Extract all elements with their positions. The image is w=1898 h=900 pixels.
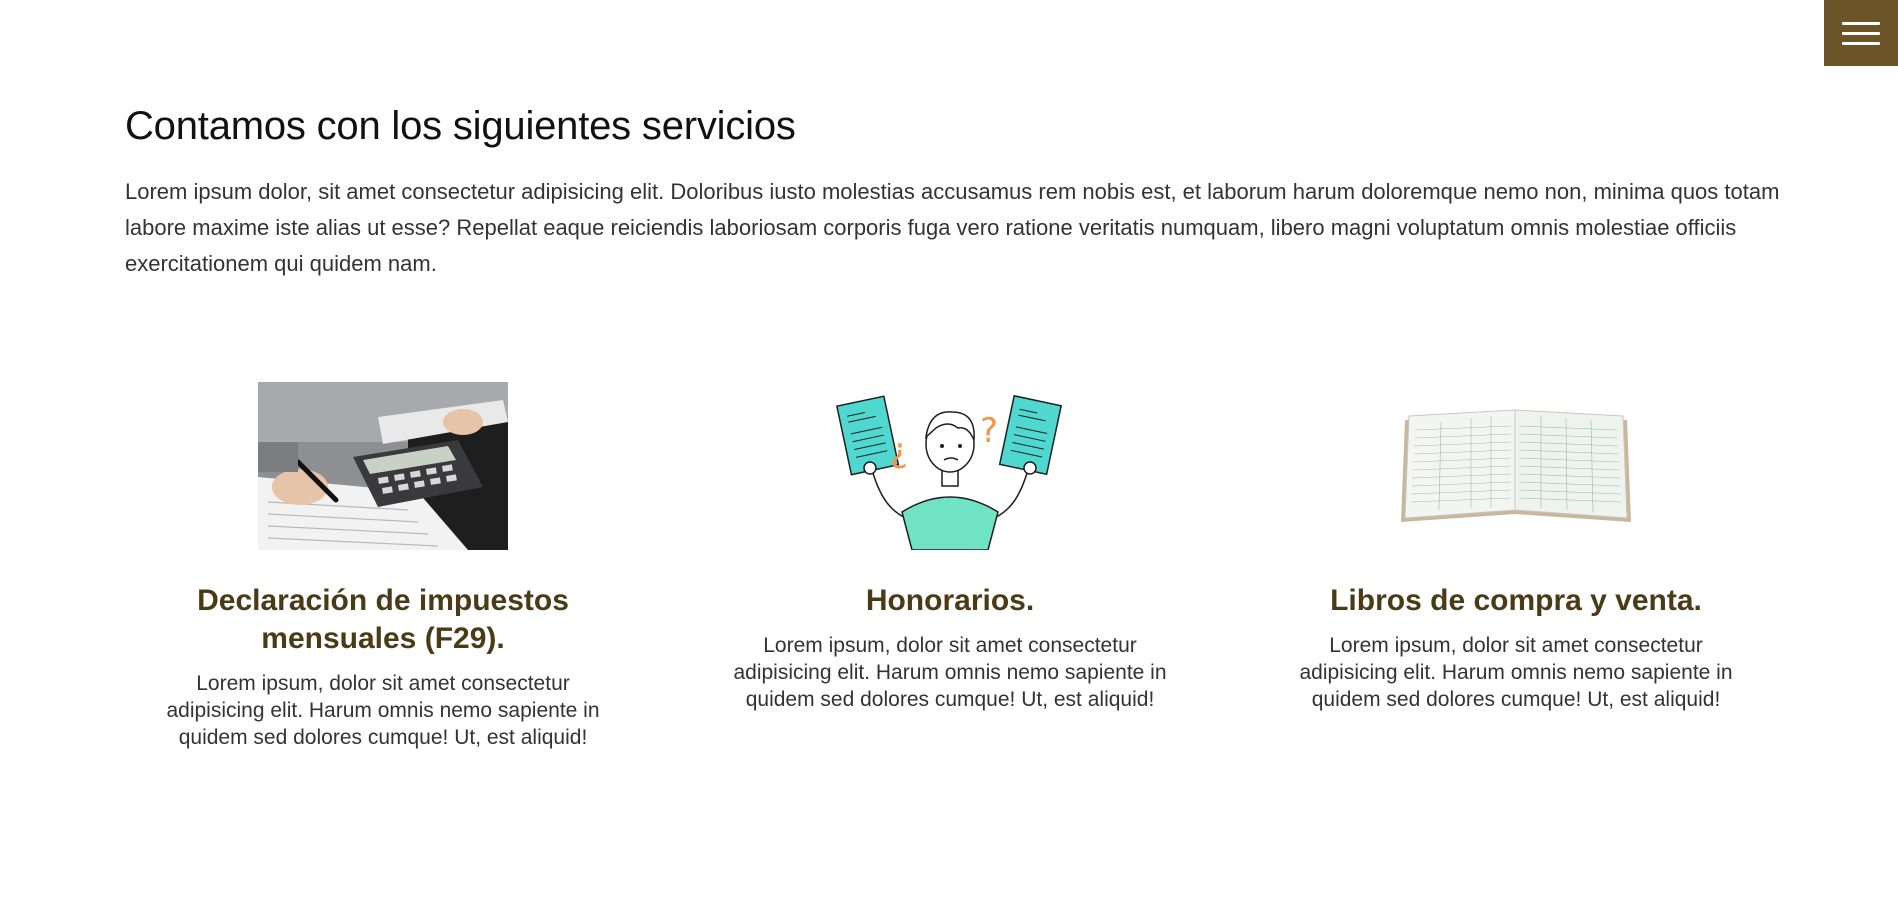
service-description: Lorem ipsum, dolor sit amet consectetur … <box>166 672 600 749</box>
svg-text:?: ? <box>980 411 998 451</box>
service-title: Honorarios. <box>865 584 1035 617</box>
services-section: Contamos con los siguientes servicios Lo… <box>125 100 1785 282</box>
hamburger-menu-icon-bar <box>1842 41 1880 45</box>
service-card-libros: Libros de compra y venta. Lorem ipsum, d… <box>1286 382 1746 713</box>
service-title: Libros de compra y venta. <box>1330 584 1702 617</box>
service-title: Declaración de impuestos mensuales (F29)… <box>197 584 569 655</box>
hamburger-menu-icon-bar <box>1842 21 1880 25</box>
ledger-book-photo <box>1286 382 1746 550</box>
services-cards: Declaración de impuestos mensuales (F29)… <box>0 382 1898 802</box>
confused-person-illustration: ¿ ? <box>720 382 1180 550</box>
service-card-honorarios: ¿ ? Honorarios. Lorem ipsum, dolor sit a… <box>720 382 1180 713</box>
tax-calculator-photo <box>153 382 613 550</box>
services-intro: Lorem ipsum dolor, sit amet consectetur … <box>125 179 1780 276</box>
hamburger-menu-button[interactable] <box>1824 0 1898 66</box>
services-title: Contamos con los siguientes servicios <box>125 104 796 148</box>
service-description: Lorem ipsum, dolor sit amet consectetur … <box>1299 634 1733 711</box>
hamburger-menu-icon-bar <box>1842 31 1880 35</box>
svg-text:¿: ¿ <box>890 431 908 471</box>
service-card-f29: Declaración de impuestos mensuales (F29)… <box>153 382 613 751</box>
service-description: Lorem ipsum, dolor sit amet consectetur … <box>733 634 1167 711</box>
